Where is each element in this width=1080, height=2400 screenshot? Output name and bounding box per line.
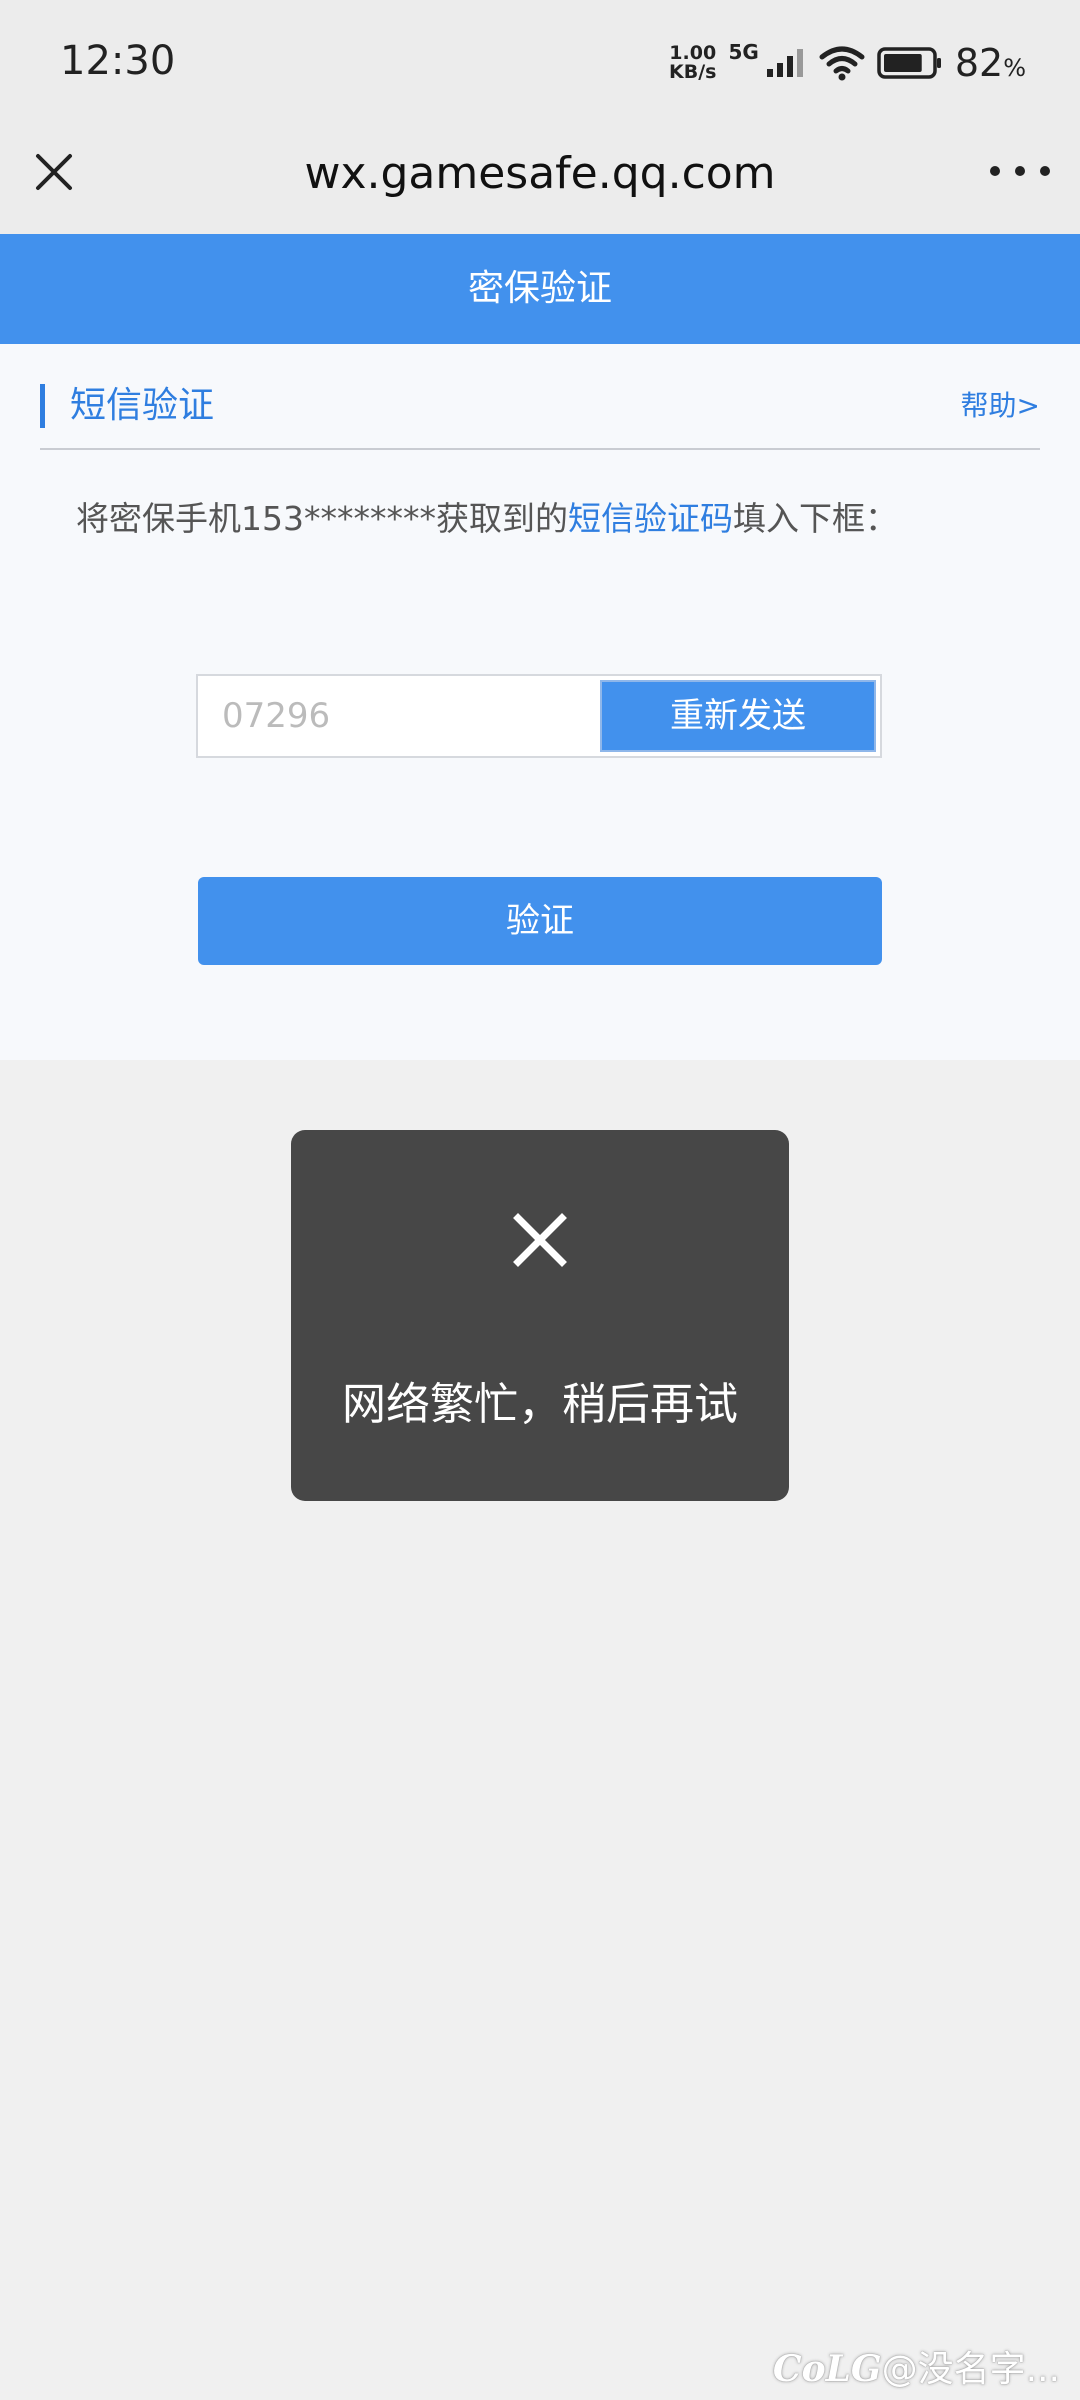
more-icon-dot [1040,166,1050,176]
battery-icon [877,47,941,79]
network-speed: 1.00 KB/s [669,44,716,82]
sms-code-input[interactable] [198,676,598,756]
toast-message: 网络繁忙，稍后再试 [342,1379,738,1430]
instruction-prefix: 将密保手机153********获取到的 [76,499,568,538]
help-link[interactable]: 帮助> [961,388,1040,424]
more-icon-dot [1015,166,1025,176]
wifi-icon [819,46,865,81]
browser-bar: wx.gamesafe.qq.com [0,128,1080,234]
battery-percentage: 82% [955,41,1026,85]
battery-percent-value: 82 [954,41,1004,85]
network-speed-unit: KB/s [669,61,717,83]
error-toast: 网络繁忙，稍后再试 [291,1130,789,1501]
close-icon [513,1213,567,1267]
more-icon-dot [990,166,1000,176]
verify-button[interactable]: 验证 [198,877,882,965]
verification-card: 短信验证 帮助> 将密保手机153********获取到的短信验证码填入下框： … [0,344,1080,1060]
section-title-row: 短信验证 帮助> [40,384,1040,450]
battery-percent-sign: % [1003,54,1026,82]
watermark-text: @没名字... [881,2349,1060,2390]
url-text: wx.gamesafe.qq.com [304,148,776,199]
section-title: 短信验证 [70,385,215,426]
watermark: CoLG@没名字... [773,2340,1060,2392]
code-input-row: 重新发送 [196,674,882,758]
status-time: 12:30 [60,38,176,84]
instruction-text: 将密保手机153********获取到的短信验证码填入下框： [76,492,898,540]
instruction-highlight: 短信验证码 [568,499,733,538]
watermark-logo: CoLG [772,2348,882,2390]
status-icons: 1.00 KB/s 5G 82% [669,38,1026,88]
status-bar: 12:30 1.00 KB/s 5G 82% [0,0,1080,128]
network-type: 5G [728,40,759,64]
instruction-suffix: 填入下框： [733,499,898,538]
page-header: 密保验证 [0,234,1080,344]
more-options-button[interactable] [990,156,1050,186]
signal-icon [766,49,803,77]
resend-button[interactable]: 重新发送 [600,680,876,752]
section-accent-bar [40,384,45,428]
